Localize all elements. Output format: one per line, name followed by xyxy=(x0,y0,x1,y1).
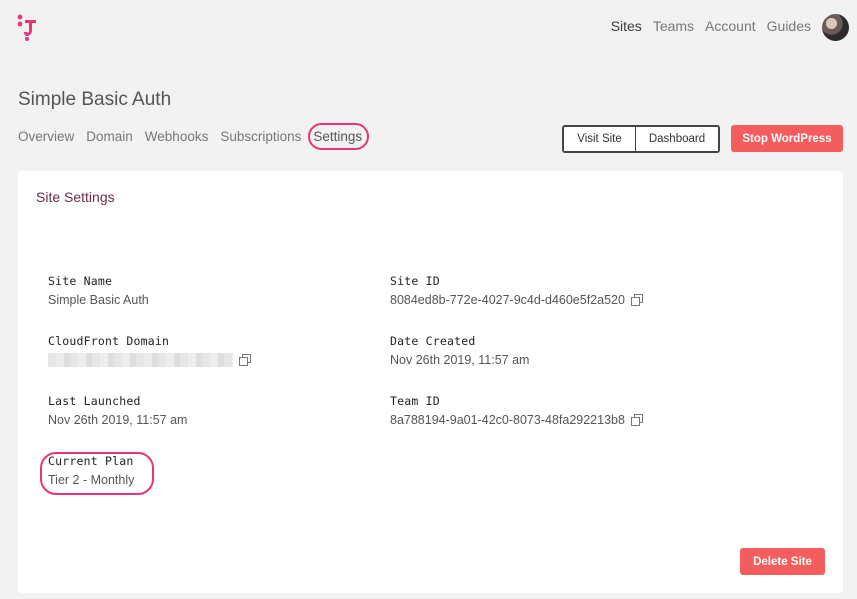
brand-logo-icon[interactable] xyxy=(17,14,39,42)
date-created-field: Date Created Nov 26th 2019, 11:57 am xyxy=(390,334,529,367)
team-id-field: Team ID 8a788194-9a01-42c0-8073-48fa2922… xyxy=(390,394,643,427)
page-title: Simple Basic Auth xyxy=(18,89,172,110)
cloudfront-domain-field: CloudFront Domain xyxy=(48,334,251,367)
tab-overview[interactable]: Overview xyxy=(18,129,74,144)
last-launched-field: Last Launched Nov 26th 2019, 11:57 am xyxy=(48,394,187,427)
site-id-field: Site ID 8084ed8b-772e-4027-9c4d-d460e5f2… xyxy=(390,274,643,307)
site-id-value: 8084ed8b-772e-4027-9c4d-d460e5f2a520 xyxy=(390,293,625,307)
current-plan-label: Current Plan xyxy=(48,454,134,468)
stop-wordpress-button[interactable]: Stop WordPress xyxy=(731,125,843,152)
cloudfront-domain-value-redacted xyxy=(48,353,233,367)
tab-domain[interactable]: Domain xyxy=(86,129,133,144)
tab-webhooks[interactable]: Webhooks xyxy=(145,129,209,144)
site-id-label: Site ID xyxy=(390,274,440,288)
site-name-value: Simple Basic Auth xyxy=(48,293,149,307)
nav-account[interactable]: Account xyxy=(705,18,756,34)
site-tabs: Overview Domain Webhooks Subscriptions S… xyxy=(18,123,369,150)
nav-teams[interactable]: Teams xyxy=(653,18,694,34)
copy-icon[interactable] xyxy=(630,294,643,306)
last-launched-value: Nov 26th 2019, 11:57 am xyxy=(48,413,188,427)
copy-icon[interactable] xyxy=(239,354,251,366)
nav-sites[interactable]: Sites xyxy=(611,18,642,34)
dashboard-button[interactable]: Dashboard xyxy=(636,127,718,151)
top-nav: Sites Teams Account Guides xyxy=(611,18,811,34)
site-settings-card: Site Settings Site Name Simple Basic Aut… xyxy=(18,171,843,593)
card-title: Site Settings xyxy=(36,189,115,205)
current-plan-value: Tier 2 - Monthly xyxy=(48,473,135,487)
user-avatar[interactable] xyxy=(822,14,849,41)
date-created-value: Nov 26th 2019, 11:57 am xyxy=(390,353,530,367)
tab-settings[interactable]: Settings xyxy=(308,123,369,150)
site-name-label: Site Name xyxy=(48,274,113,288)
top-bar: Sites Teams Account Guides xyxy=(0,0,857,54)
delete-site-button[interactable]: Delete Site xyxy=(740,548,825,575)
site-name-field: Site Name Simple Basic Auth xyxy=(48,274,149,307)
cloudfront-domain-label: CloudFront Domain xyxy=(48,334,170,348)
tab-subscriptions[interactable]: Subscriptions xyxy=(220,129,301,144)
site-action-group: Visit Site Dashboard xyxy=(562,125,720,153)
last-launched-label: Last Launched xyxy=(48,394,141,408)
visit-site-button[interactable]: Visit Site xyxy=(564,127,636,151)
current-plan-field: Current Plan Tier 2 - Monthly xyxy=(48,454,134,487)
nav-guides[interactable]: Guides xyxy=(767,18,811,34)
team-id-label: Team ID xyxy=(390,394,440,408)
team-id-value: 8a788194-9a01-42c0-8073-48fa292213b8 xyxy=(390,413,625,427)
date-created-label: Date Created xyxy=(390,334,476,348)
copy-icon[interactable] xyxy=(630,414,643,426)
